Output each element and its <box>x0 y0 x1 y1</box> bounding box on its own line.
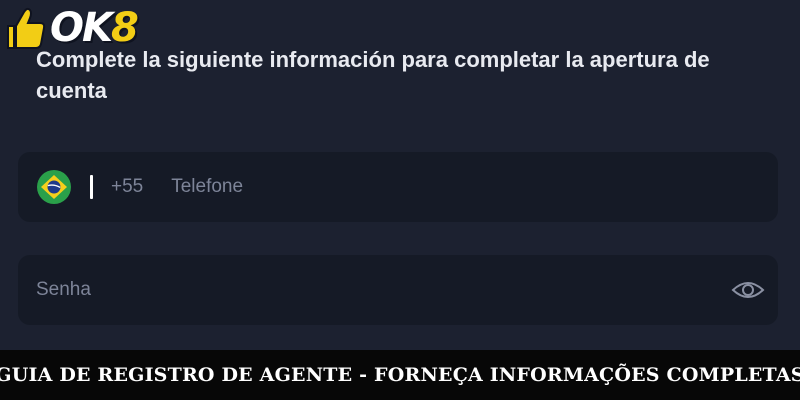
password-field[interactable] <box>18 255 778 325</box>
banner-text: GUIA DE REGISTRO DE AGENTE - FORNEÇA INF… <box>0 364 800 386</box>
brand-name: OK8 <box>50 8 139 48</box>
form-heading: Complete la siguiente información para c… <box>36 47 710 103</box>
caption-banner: GUIA DE REGISTRO DE AGENTE - FORNEÇA INF… <box>0 350 800 400</box>
show-password-button[interactable] <box>730 272 766 308</box>
brazil-flag-icon[interactable] <box>36 169 72 205</box>
password-input[interactable] <box>36 279 730 301</box>
phone-input[interactable] <box>171 176 652 198</box>
country-code[interactable]: +55 <box>111 176 143 198</box>
country-divider <box>90 175 93 199</box>
phone-field[interactable]: +55 <box>18 152 778 222</box>
eye-icon[interactable] <box>731 278 765 302</box>
